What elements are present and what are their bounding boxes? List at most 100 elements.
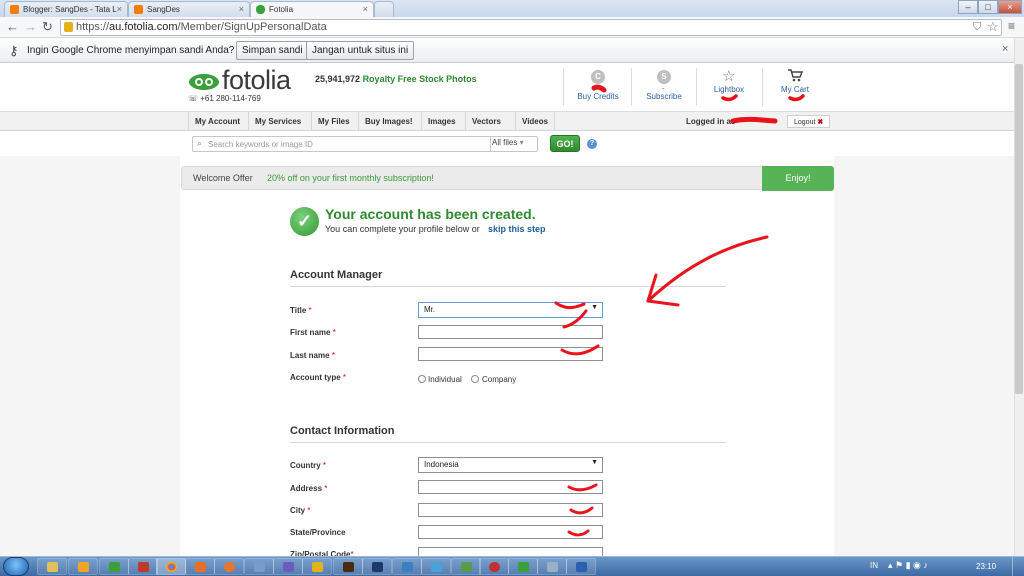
fotolia-logo[interactable]: fotolia	[222, 65, 291, 96]
key-icon: ⚷	[9, 43, 19, 58]
shield-icon[interactable]: ⛉	[973, 21, 981, 34]
close-icon[interactable]: ×	[117, 4, 122, 14]
logged-in-label: Logged in as	[686, 117, 736, 126]
input-language[interactable]: IN	[870, 561, 878, 570]
close-window-button[interactable]: ×	[998, 0, 1022, 14]
subscribe-icon[interactable]: S	[657, 70, 671, 84]
city-field[interactable]	[418, 503, 603, 517]
enjoy-button[interactable]: Enjoy!	[762, 166, 834, 191]
company-label: Company	[482, 375, 517, 384]
cart-icon[interactable]	[787, 68, 803, 82]
phone-number: ☏ +61 280-114-769	[188, 94, 261, 103]
taskbar-chrome[interactable]	[156, 558, 186, 575]
tab-label: SangDes	[147, 5, 180, 14]
section-title-account: Account Manager	[290, 269, 383, 281]
taskbar-app9[interactable]	[479, 558, 509, 575]
forward-icon[interactable]: →	[24, 19, 37, 35]
taskbar-app11[interactable]	[537, 558, 567, 575]
close-icon[interactable]: ×	[363, 4, 368, 14]
new-tab-button[interactable]	[374, 1, 394, 17]
star-icon[interactable]: ☆	[722, 67, 735, 85]
logout-button[interactable]: Logout ✖	[787, 115, 831, 128]
close-icon[interactable]: ×	[1002, 43, 1008, 55]
app-icon	[402, 562, 413, 572]
minimize-button[interactable]: –	[958, 0, 978, 14]
section-title-contact: Contact Information	[290, 425, 395, 437]
file-type-select[interactable]: All files ▾	[492, 138, 524, 147]
last-name-field[interactable]	[418, 347, 603, 361]
star-icon[interactable]: ☆	[987, 19, 999, 35]
taskbar-media[interactable]	[68, 558, 98, 575]
company-radio[interactable]	[471, 375, 479, 383]
buy-credits-link[interactable]: Buy Credits	[563, 92, 633, 101]
blogger-icon	[134, 5, 143, 14]
individual-radio[interactable]	[418, 375, 426, 383]
tab-blogger[interactable]: Blogger: SangDes - Tata L ×	[4, 1, 128, 17]
nav-images[interactable]: Images	[422, 112, 466, 131]
app-icon	[283, 562, 294, 572]
country-select[interactable]: Indonesia ▼	[418, 457, 603, 473]
taskbar-app10[interactable]	[508, 558, 538, 575]
tab-sangdes[interactable]: SangDes ×	[128, 1, 250, 17]
state-field[interactable]	[418, 525, 603, 539]
divider	[290, 286, 726, 287]
redaction-stroke	[788, 94, 805, 102]
close-icon: ✖	[817, 119, 824, 126]
close-icon[interactable]: ×	[239, 4, 244, 14]
taskbar-app8[interactable]	[451, 558, 481, 575]
menu-icon[interactable]: ≡	[1008, 19, 1015, 33]
taskbar-app4[interactable]	[273, 558, 303, 575]
fotolia-logo-icon[interactable]	[188, 73, 220, 91]
subscribe-link[interactable]: Subscribe	[629, 92, 699, 101]
title-select[interactable]: Mr. ▼	[418, 302, 603, 318]
show-desktop-button[interactable]	[1012, 557, 1024, 576]
tray-icons[interactable]: ▴ ⚑ ▮ ◉ ♪	[888, 560, 928, 571]
taskbar-app2[interactable]	[185, 558, 215, 575]
taskbar-app6[interactable]	[392, 558, 422, 575]
nav-my-services[interactable]: My Services	[249, 112, 312, 131]
taskbar-explorer[interactable]	[37, 558, 67, 575]
infobar-message: Ingin Google Chrome menyimpan sandi Anda…	[27, 45, 235, 56]
scrollbar-thumb[interactable]	[1015, 64, 1023, 394]
taskbar-app5[interactable]	[302, 558, 332, 575]
tab-fotolia[interactable]: Fotolia ×	[250, 1, 374, 17]
chevron-down-icon: ▼	[591, 304, 598, 311]
never-save-button[interactable]: Jangan untuk situs ini	[306, 41, 415, 60]
start-button[interactable]	[3, 557, 29, 576]
first-name-field[interactable]	[418, 325, 603, 339]
reload-icon[interactable]: ↻	[42, 19, 53, 35]
success-check-icon: ✓	[290, 207, 319, 236]
last-name-label: Last name *	[290, 351, 335, 360]
credits-icon[interactable]: C	[591, 70, 605, 84]
help-icon[interactable]: ?	[587, 139, 597, 149]
account-type-label: Account type *	[290, 373, 347, 382]
taskbar-filezilla[interactable]	[128, 558, 158, 575]
taskbar-firefox[interactable]	[214, 558, 244, 575]
clock[interactable]: 23:10	[976, 562, 996, 571]
state-label: State/Province	[290, 528, 346, 537]
taskbar-app3[interactable]	[244, 558, 274, 575]
lock-icon	[64, 22, 73, 32]
taskbar-illustrator[interactable]	[333, 558, 363, 575]
media-icon	[78, 562, 89, 572]
search-go-button[interactable]: GO!	[550, 135, 580, 152]
redaction-stroke	[591, 84, 607, 93]
taskbar-photoshop[interactable]	[362, 558, 392, 575]
photoshop-icon	[372, 562, 383, 572]
taskbar-word[interactable]	[566, 558, 596, 575]
my-cart-link[interactable]: My Cart	[760, 85, 830, 94]
save-password-button[interactable]: Simpan sandi	[236, 41, 309, 60]
nav-vectors[interactable]: Vectors	[466, 112, 516, 131]
nav-my-files[interactable]: My Files	[312, 112, 359, 131]
taskbar-app7[interactable]	[421, 558, 451, 575]
redaction-stroke	[721, 94, 738, 102]
lightbox-link[interactable]: Lightbox	[694, 85, 764, 94]
nav-buy-images[interactable]: Buy Images!	[359, 112, 422, 131]
taskbar-app[interactable]	[99, 558, 129, 575]
back-icon[interactable]: ←	[6, 19, 19, 35]
nav-my-account[interactable]: My Account	[189, 112, 249, 131]
address-field[interactable]	[418, 480, 603, 494]
skip-step-link[interactable]: skip this step	[488, 224, 546, 234]
maximize-button[interactable]: □	[978, 0, 998, 14]
nav-videos[interactable]: Videos	[516, 112, 555, 131]
